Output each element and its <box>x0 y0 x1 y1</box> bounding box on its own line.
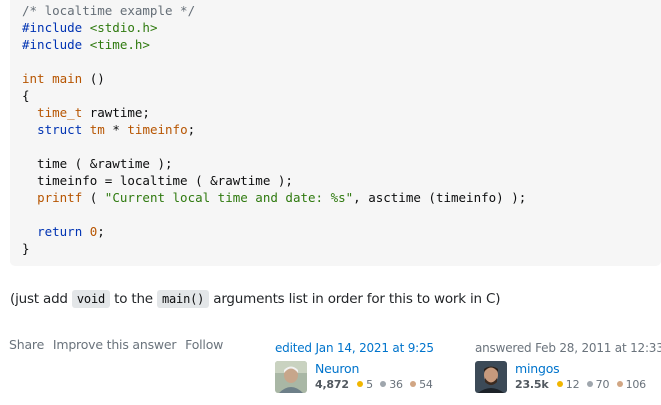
code-token: ; <box>97 224 105 239</box>
author-reputation-row: 23.5k 12 70 106 <box>515 378 650 391</box>
code-line: struct tm * timeinfo; <box>22 121 661 138</box>
editor-signature: edited Jan 14, 2021 at 9:25 Neuron 4,872… <box>275 340 434 395</box>
note-text-after: arguments list in order for this to work… <box>209 291 501 307</box>
code-line: int main () <box>22 70 661 87</box>
code-token: timeinfo = localtime ( &rawtime ); <box>22 173 293 188</box>
author-signature: answered Feb 28, 2011 at 12:33 mingos 23… <box>475 340 661 395</box>
author-gold-badges: 12 <box>556 378 580 391</box>
code-line: time_t rawtime; <box>22 104 661 121</box>
share-link[interactable]: Share <box>9 337 44 352</box>
code-token: time_t <box>37 105 83 120</box>
answer-note: (just add void to the main() arguments l… <box>10 288 500 310</box>
answered-timestamp: answered Feb 28, 2011 at 12:33 <box>475 341 661 355</box>
code-token: /* localtime example */ <box>22 3 196 18</box>
code-token: { <box>22 88 30 103</box>
code-line: time ( &rawtime ); <box>22 155 661 172</box>
editor-avatar[interactable] <box>275 361 307 393</box>
code-token: ( <box>82 190 105 205</box>
editor-silver-badges: 36 <box>380 378 403 391</box>
edited-timestamp-link[interactable]: edited Jan 14, 2021 at 9:25 <box>275 340 434 356</box>
author-name-link[interactable]: mingos <box>515 361 560 376</box>
silver-badge-icon <box>586 381 593 387</box>
code-token: printf <box>37 190 83 205</box>
code-token: tm <box>89 122 105 137</box>
code-block: /* localtime example */#include <stdio.h… <box>10 0 661 266</box>
editor-bronze-badges: 54 <box>410 378 433 391</box>
inline-code-void: void <box>71 290 111 308</box>
code-line: return 0; <box>22 223 661 240</box>
editor-name-link[interactable]: Neuron <box>315 361 359 376</box>
bronze-badge-icon <box>616 381 623 387</box>
post-actions: Share Improve this answer Follow <box>9 337 228 352</box>
gold-badge-icon <box>357 381 364 387</box>
note-text-middle: to the <box>110 291 157 307</box>
code-token: * <box>104 122 128 137</box>
code-line: printf ( "Current local time and date: %… <box>22 189 661 206</box>
code-line: #include <time.h> <box>22 36 661 53</box>
inline-code-main: main() <box>157 290 210 308</box>
author-silver-badges: 70 <box>586 378 609 391</box>
code-token: , asctime (timeinfo) ); <box>353 190 527 205</box>
author-avatar[interactable] <box>475 361 507 393</box>
code-token: #include <box>22 20 90 35</box>
code-token: rawtime; <box>82 105 150 120</box>
editor-gold-badges: 5 <box>357 378 373 391</box>
code-token: #include <box>22 37 90 52</box>
code-line: timeinfo = localtime ( &rawtime ); <box>22 172 661 189</box>
code-token: <stdio.h> <box>89 20 158 35</box>
code-line: /* localtime example */ <box>22 2 661 19</box>
author-reputation: 23.5k <box>515 378 549 391</box>
code-token: timeinfo <box>127 122 188 137</box>
improve-answer-link[interactable]: Improve this answer <box>53 337 177 352</box>
code-token: "Current local time and date: %s" <box>104 190 354 205</box>
code-token: ; <box>187 122 196 137</box>
code-token: } <box>22 241 30 256</box>
code-token: time ( &rawtime ); <box>22 156 173 171</box>
code-token: int <box>22 71 53 86</box>
code-token: <time.h> <box>89 37 150 52</box>
code-token: return <box>37 224 83 239</box>
editor-reputation-row: 4,872 5 36 54 <box>315 378 437 391</box>
code-line: { <box>22 87 661 104</box>
bronze-badge-icon <box>410 381 417 387</box>
code-line: #include <stdio.h> <box>22 19 661 36</box>
code-lines: /* localtime example */#include <stdio.h… <box>22 2 661 257</box>
code-token: main <box>52 71 83 86</box>
author-bronze-badges: 106 <box>616 378 646 391</box>
editor-reputation: 4,872 <box>315 378 349 391</box>
follow-link[interactable]: Follow <box>185 337 223 352</box>
note-text-before: (just add <box>10 291 72 307</box>
code-token: () <box>82 71 105 86</box>
silver-badge-icon <box>380 381 387 387</box>
code-line: } <box>22 240 661 257</box>
gold-badge-icon <box>556 381 563 387</box>
code-token: struct <box>37 122 83 137</box>
